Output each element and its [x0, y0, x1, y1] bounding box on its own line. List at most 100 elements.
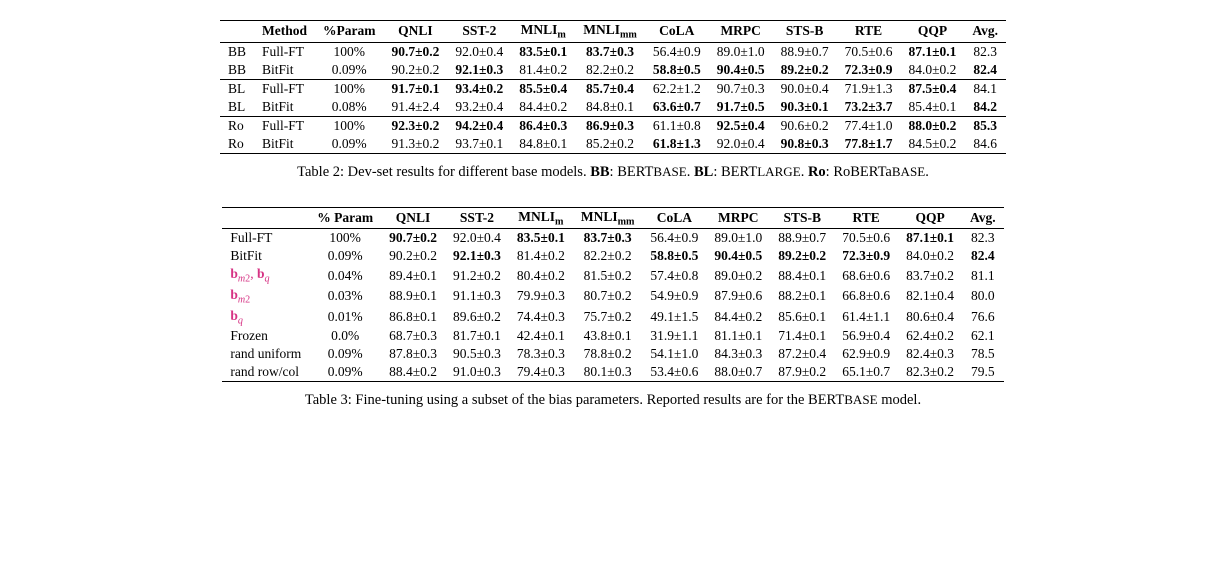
- table-3: % Param QNLI SST-2 MNLIm MNLImm CoLA MRP…: [222, 207, 1003, 383]
- cell: Full-FT: [254, 79, 315, 98]
- method-cell: bm2: [222, 286, 309, 307]
- cell: 86.8±0.1: [381, 307, 445, 328]
- col-cola: CoLA: [645, 21, 709, 43]
- cell: 100%: [309, 229, 381, 248]
- cell: 61.8±1.3: [645, 135, 709, 154]
- cell: Full-FT: [254, 116, 315, 135]
- col-mrpc: MRPC: [706, 207, 770, 229]
- col-param: % Param: [309, 207, 381, 229]
- cell: 0.09%: [315, 135, 383, 154]
- cell: 58.8±0.5: [642, 247, 706, 265]
- cell: 84.8±0.1: [511, 135, 575, 154]
- cell: 80.6±0.4: [898, 307, 962, 328]
- cell: 92.1±0.3: [447, 61, 511, 80]
- table-3-header: % Param QNLI SST-2 MNLIm MNLImm CoLA MRP…: [222, 207, 1003, 229]
- cell: BitFit: [254, 98, 315, 117]
- cell: 89.6±0.2: [445, 307, 509, 328]
- cell: 91.4±2.4: [383, 98, 447, 117]
- cell: 100%: [315, 42, 383, 61]
- cell: 68.7±0.3: [381, 327, 445, 345]
- cell: 81.5±0.2: [573, 265, 643, 286]
- cell: 85.3: [964, 116, 1006, 135]
- method-cell: rand uniform: [222, 345, 309, 363]
- col-mnlimm: MNLImm: [575, 21, 645, 43]
- cell: 90.0±0.4: [773, 79, 837, 98]
- cell: 91.7±0.5: [709, 98, 773, 117]
- cell: 49.1±1.5: [642, 307, 706, 328]
- cell: 57.4±0.8: [642, 265, 706, 286]
- cell: 0.09%: [315, 61, 383, 80]
- cell: 90.7±0.2: [381, 229, 445, 248]
- cell: 90.2±0.2: [381, 247, 445, 265]
- cell: 54.1±1.0: [642, 345, 706, 363]
- cell: 80.7±0.2: [573, 286, 643, 307]
- cell: 74.4±0.3: [509, 307, 573, 328]
- cell: 85.2±0.2: [575, 135, 645, 154]
- cell: 81.4±0.2: [511, 61, 575, 80]
- table-row: bm2, bq0.04%89.4±0.191.2±0.280.4±0.281.5…: [222, 265, 1003, 286]
- method-cell: rand row/col: [222, 363, 309, 382]
- cell: 89.2±0.2: [773, 61, 837, 80]
- cell: 93.4±0.2: [447, 79, 511, 98]
- cell: 90.7±0.2: [383, 42, 447, 61]
- cell: 91.3±0.2: [383, 135, 447, 154]
- cell: 82.4±0.3: [898, 345, 962, 363]
- cell: 91.7±0.1: [383, 79, 447, 98]
- cell: 89.2±0.2: [770, 247, 834, 265]
- cell: 56.4±0.9: [645, 42, 709, 61]
- cell: 82.4: [962, 247, 1004, 265]
- table-row: BBBitFit0.09%90.2±0.292.1±0.381.4±0.282.…: [220, 61, 1006, 80]
- cell: 88.2±0.1: [770, 286, 834, 307]
- cell: 70.5±0.6: [834, 229, 898, 248]
- cell: 93.2±0.4: [447, 98, 511, 117]
- col-stsb: STS-B: [773, 21, 837, 43]
- cell: Full-FT: [254, 42, 315, 61]
- cell: 90.7±0.3: [709, 79, 773, 98]
- col-qqp: QQP: [901, 21, 965, 43]
- cell: 83.7±0.2: [898, 265, 962, 286]
- cell: 87.1±0.1: [901, 42, 965, 61]
- cell: 31.9±1.1: [642, 327, 706, 345]
- cell: 62.1: [962, 327, 1004, 345]
- table-row: Full-FT100%90.7±0.292.0±0.483.5±0.183.7±…: [222, 229, 1003, 248]
- col-mnlim: MNLIm: [509, 207, 573, 229]
- table-row: rand uniform0.09%87.8±0.390.5±0.378.3±0.…: [222, 345, 1003, 363]
- cell: 62.4±0.2: [898, 327, 962, 345]
- cell: 87.9±0.6: [706, 286, 770, 307]
- cell: 89.0±1.0: [706, 229, 770, 248]
- cell: 84.2: [964, 98, 1006, 117]
- cell: 0.03%: [309, 286, 381, 307]
- cell: 81.4±0.2: [509, 247, 573, 265]
- cell: 89.0±0.2: [706, 265, 770, 286]
- cell: 92.0±0.4: [709, 135, 773, 154]
- table-row: rand row/col0.09%88.4±0.291.0±0.379.4±0.…: [222, 363, 1003, 382]
- col-sst2: SST-2: [445, 207, 509, 229]
- col-qqp: QQP: [898, 207, 962, 229]
- cell: 86.9±0.3: [575, 116, 645, 135]
- cell: 70.5±0.6: [837, 42, 901, 61]
- cell: 85.5±0.4: [511, 79, 575, 98]
- cell: BitFit: [254, 135, 315, 154]
- col-avg: Avg.: [962, 207, 1004, 229]
- cell: 87.2±0.4: [770, 345, 834, 363]
- cell: 71.4±0.1: [770, 327, 834, 345]
- cell: 82.2±0.2: [573, 247, 643, 265]
- cell: 100%: [315, 79, 383, 98]
- cell: 84.8±0.1: [575, 98, 645, 117]
- cell: 83.7±0.3: [575, 42, 645, 61]
- cell: 62.9±0.9: [834, 345, 898, 363]
- cell: 75.7±0.2: [573, 307, 643, 328]
- col-mnlim: MNLIm: [511, 21, 575, 43]
- table-row: bm20.03%88.9±0.191.1±0.379.9±0.380.7±0.2…: [222, 286, 1003, 307]
- cell: 88.9±0.7: [773, 42, 837, 61]
- col-sst2: SST-2: [447, 21, 511, 43]
- cell: 79.4±0.3: [509, 363, 573, 382]
- table-2: Method %Param QNLI SST-2 MNLIm MNLImm Co…: [220, 20, 1006, 154]
- cell: 72.3±0.9: [837, 61, 901, 80]
- cell: 61.4±1.1: [834, 307, 898, 328]
- cell: 78.5: [962, 345, 1004, 363]
- cell: 0.04%: [309, 265, 381, 286]
- cell: 88.4±0.2: [381, 363, 445, 382]
- cell: 91.2±0.2: [445, 265, 509, 286]
- cell: 84.0±0.2: [898, 247, 962, 265]
